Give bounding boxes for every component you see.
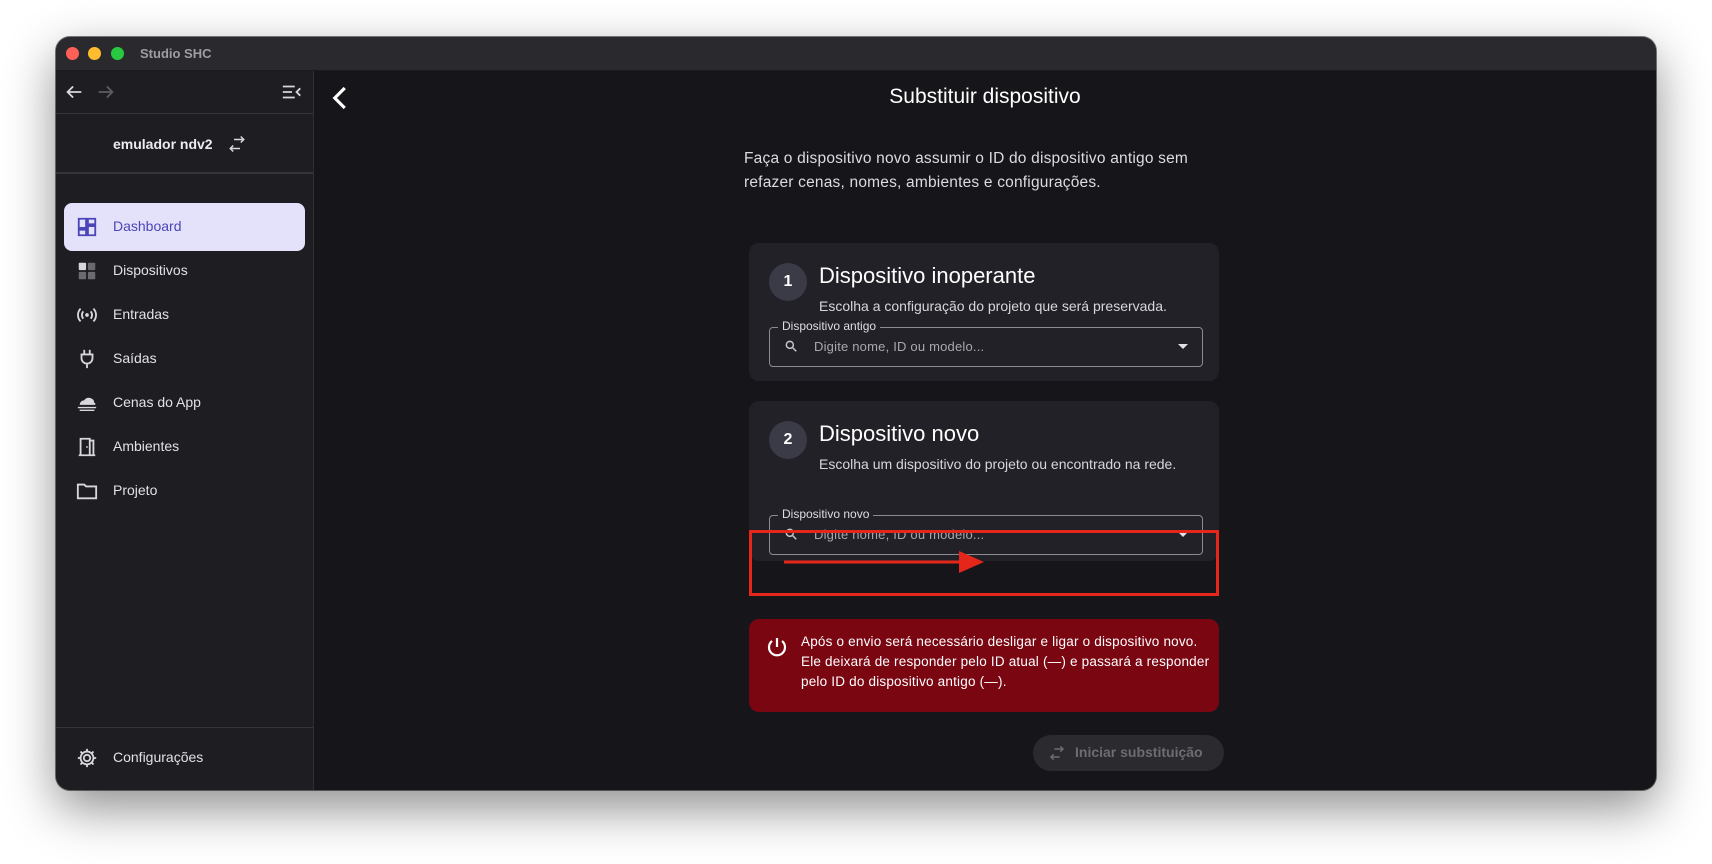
field-placeholder: Digite nome, ID ou modelo... [814,339,985,354]
annotation-arrow-icon [784,551,984,573]
field-label: Dispositivo novo [778,507,874,521]
step1-card: 1 Dispositivo inoperante Escolha a confi… [749,243,1219,381]
zoom-window-button[interactable] [111,47,124,60]
account-name: emulador ndv2 [113,136,213,152]
restart-warning-alert: Após o envio será necessário desligar e … [749,619,1219,712]
field-label: Dispositivo antigo [778,319,881,333]
step-subtitle: Escolha a configuração do projeto que se… [819,298,1167,314]
app-window: Studio SHC emulador ndv2 Dashboard Dispo… [56,37,1656,790]
dashboard-icon [77,217,97,237]
step-subtitle: Escolha um dispositivo do projeto ou enc… [819,456,1177,472]
title-bar: Studio SHC [56,37,1656,71]
account-switcher[interactable]: emulador ndv2 [56,114,313,174]
sidebar-item-label: Cenas do App [113,394,201,410]
sidebar-item-configuracoes[interactable]: Configurações [64,734,305,782]
broadcast-icon [77,307,97,323]
sidebar-item-dispositivos[interactable]: Dispositivos [64,247,305,295]
step-title: Dispositivo inoperante [819,263,1036,288]
door-icon [78,437,96,457]
sidebar-item-projeto[interactable]: Projeto [64,467,305,515]
power-icon [767,638,787,657]
button-label: Iniciar substituição [1075,744,1203,760]
step-number-badge: 1 [769,263,807,301]
sidebar-item-label: Saídas [113,350,157,366]
sidebar-item-label: Entradas [113,306,170,322]
close-window-button[interactable] [66,47,79,60]
sidebar-item-ambientes[interactable]: Ambientes [64,423,305,471]
start-replacement-button[interactable]: Iniciar substituição [1033,735,1224,771]
search-icon [785,340,797,352]
window-title: Studio SHC [140,46,212,61]
swap-icon [1049,745,1065,761]
sidebar-item-label: Ambientes [113,438,180,454]
back-arrow-icon[interactable] [63,81,85,103]
forward-arrow-icon[interactable] [95,81,117,103]
main-content: Substituir dispositivo Faça o dispositiv… [314,71,1656,790]
sidebar-item-label: Projeto [113,482,158,498]
sidebar-item-saidas[interactable]: Saídas [64,335,305,383]
folder-icon [76,483,98,500]
collapse-menu-icon[interactable] [281,81,303,103]
sidebar-item-cenas-do-app[interactable]: Cenas do App [64,379,305,427]
swap-icon[interactable] [227,135,247,153]
cloud-icon [77,397,97,412]
step-title: Dispositivo novo [819,421,980,446]
sidebar-item-label: Configurações [113,749,204,765]
sidebar-item-entradas[interactable]: Entradas [64,291,305,339]
devices-icon [78,262,96,280]
sidebar-item-label: Dashboard [113,218,182,234]
minimize-window-button[interactable] [88,47,101,60]
old-device-select[interactable]: Dispositivo antigo Digite nome, ID ou mo… [769,319,1203,367]
chevron-down-icon[interactable] [1178,344,1188,349]
alert-text: Após o envio será necessário desligar e … [801,634,1210,689]
gear-icon [77,748,97,768]
sidebar-nav-row [56,71,313,114]
intro-text: Faça o dispositivo novo assumir o ID do … [744,150,1189,191]
page-title: Substituir dispositivo [889,85,1081,108]
sidebar-item-dashboard[interactable]: Dashboard [64,203,305,251]
sidebar: emulador ndv2 Dashboard Dispositivos Ent… [56,71,314,790]
plug-icon [80,349,94,369]
step-number-badge: 2 [769,421,807,459]
sidebar-item-label: Dispositivos [113,262,188,278]
sidebar-footer: Configurações [56,727,313,790]
